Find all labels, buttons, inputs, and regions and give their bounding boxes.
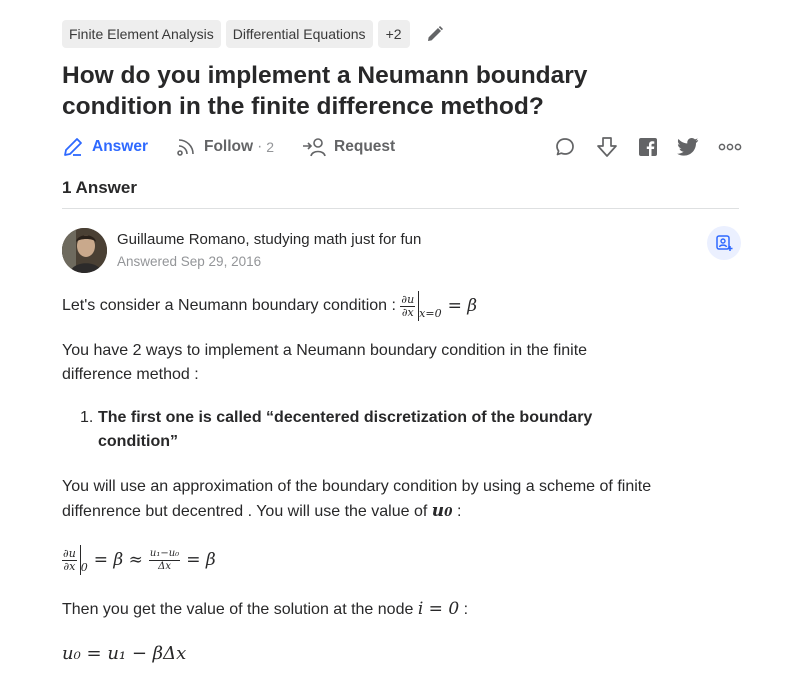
topic-finite-element-analysis[interactable]: Finite Element Analysis: [62, 20, 221, 48]
paragraph-4-formula: i = 0: [417, 599, 460, 619]
list-item: 1. The first one is called “decentered di…: [80, 406, 592, 454]
formula-numerator: ∂u: [400, 292, 416, 307]
list-item-line1: The first one is called “decentered disc…: [98, 409, 593, 426]
neumann-condition-formula: ∂u ∂x x=0 = β: [400, 291, 477, 321]
facebook-icon[interactable]: [638, 137, 658, 157]
request-label: Request: [334, 138, 396, 155]
comment-icon[interactable]: [554, 136, 576, 158]
question-title-line1: How do you implement a Neumann boundary: [62, 62, 588, 89]
suggest-edit-button[interactable]: [707, 226, 741, 260]
answer-button[interactable]: Answer: [62, 136, 148, 158]
paragraph-4-end: :: [463, 601, 469, 618]
share-actions: [554, 133, 742, 161]
twitter-icon[interactable]: [677, 137, 699, 157]
request-person-icon: [303, 138, 326, 157]
profile-add-icon: [716, 235, 733, 251]
follow-label: Follow: [204, 138, 254, 155]
divider: [62, 208, 739, 209]
answer-paragraph-2: You have 2 ways to implement a Neumann b…: [62, 339, 587, 387]
eq1-numerator: ∂u: [62, 546, 77, 561]
paragraph-2-line2: difference method :: [62, 366, 199, 383]
question-title-line2: condition in the finite difference metho…: [62, 93, 544, 120]
rss-icon: [177, 139, 194, 156]
formula-subscript: x=0: [419, 307, 442, 320]
downvote-icon[interactable]: [595, 135, 619, 159]
eq1-denominator-2: Δx: [158, 560, 171, 572]
finite-difference-equation: ∂u ∂x 0 = β ≈ u₁−u₀ Δx = β: [62, 541, 216, 579]
paragraph-3-line1: You will use an approximation of the bou…: [62, 478, 652, 495]
eq1-numerator-2: u₁−u₀: [148, 547, 181, 561]
paragraph-3-end: :: [456, 503, 462, 520]
answer-paragraph-1: Let's consider a Neumann boundary condit…: [62, 288, 477, 324]
author-credential[interactable]: Guillaume Romano, studying math just for…: [117, 231, 421, 248]
eq1-subscript: 0: [80, 561, 88, 574]
answer-pencil-icon: [64, 138, 82, 156]
answer-label: Answer: [92, 138, 148, 155]
paragraph-1-text: Let's consider a Neumann boundary condit…: [62, 297, 396, 314]
avatar[interactable]: [62, 228, 107, 273]
answer-count: 1 Answer: [62, 178, 137, 197]
more-options-icon[interactable]: [718, 142, 742, 152]
paragraph-3-variable: u: [431, 501, 445, 521]
formula-rhs: = β: [447, 296, 478, 316]
list-number: 1.: [80, 409, 94, 426]
formula-denominator: ∂x: [401, 305, 414, 319]
solution-equation: u₀ = u₁ − βΔx: [62, 643, 187, 664]
topic-list: Finite Element Analysis Differential Equ…: [62, 20, 444, 48]
paragraph-4-text: Then you get the value of the solution a…: [62, 601, 414, 618]
question-title: How do you implement a Neumann boundary …: [62, 60, 722, 122]
follow-count: 2: [266, 139, 275, 155]
answered-date[interactable]: Answered Sep 29, 2016: [117, 254, 261, 269]
pencil-icon[interactable]: [426, 25, 444, 43]
eq1-rhs: = β: [186, 550, 216, 570]
paragraph-2-line1: You have 2 ways to implement a Neumann b…: [62, 342, 588, 359]
answer-paragraph-4: Then you get the value of the solution a…: [62, 597, 468, 622]
follow-button[interactable]: Follow · 2: [176, 137, 274, 157]
topic-differential-equations[interactable]: Differential Equations: [225, 20, 373, 48]
paragraph-3-line2: diffenrence but decentred . You will use…: [62, 503, 428, 520]
topics-more-button[interactable]: +2: [377, 20, 410, 48]
answer-paragraph-3: You will use an approximation of the bou…: [62, 475, 651, 524]
paragraph-3-variable-sub: 0: [444, 505, 453, 519]
list-item-line2: condition”: [98, 433, 178, 450]
eq1-middle: = β ≈: [93, 550, 143, 570]
eq1-denominator: ∂x: [63, 559, 76, 573]
follow-separator: ·: [257, 138, 263, 155]
question-action-bar: Answer Follow · 2 Request: [62, 133, 742, 161]
request-button[interactable]: Request: [302, 137, 395, 157]
